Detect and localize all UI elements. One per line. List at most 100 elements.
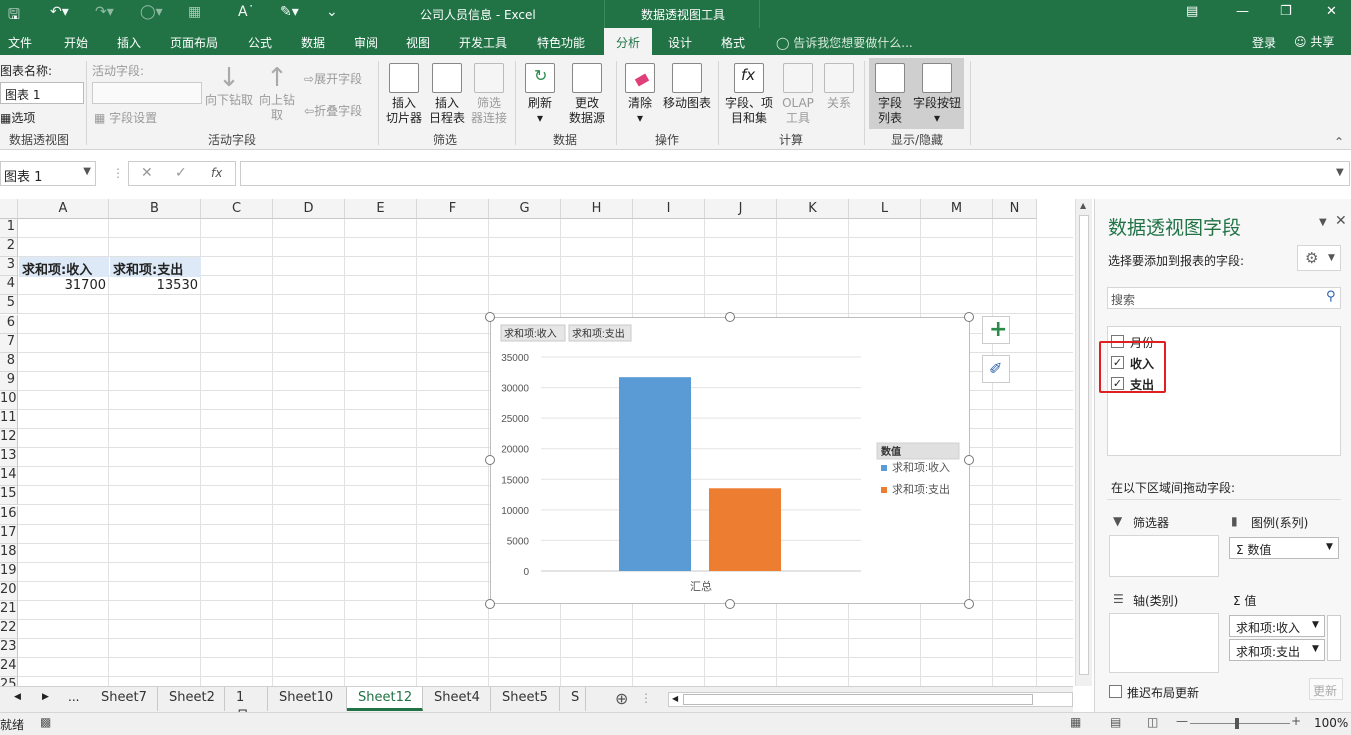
resize-handle-t[interactable] — [725, 312, 735, 322]
defer-update-checkbox[interactable] — [1109, 685, 1122, 698]
column-header-a[interactable]: A — [18, 199, 109, 219]
chevron-down-icon[interactable]: ▼ — [1312, 644, 1319, 654]
tab-page-layout[interactable]: 页面布局 — [170, 34, 218, 51]
collapse-ribbon-icon[interactable]: ⌃ — [1334, 135, 1344, 149]
prev-sheet-icon[interactable]: ◀ — [14, 692, 21, 702]
enter-icon[interactable]: ✓ — [175, 165, 187, 181]
row-header-20[interactable]: 20 — [0, 581, 18, 601]
chevron-down-icon[interactable]: ▼ — [1326, 542, 1333, 552]
tab-format[interactable]: 格式 — [721, 34, 745, 51]
drill-down-button[interactable]: ↓ 向下钻取 — [203, 63, 255, 108]
move-chart-button[interactable]: 移动图表 — [661, 63, 713, 111]
zoom-slider-thumb[interactable] — [1235, 718, 1239, 729]
zoom-in-icon[interactable]: + — [1291, 714, 1301, 728]
tab-analyze[interactable]: 分析 — [604, 28, 653, 55]
redo-icon[interactable]: ↷▾ — [95, 4, 114, 20]
olap-tools-button[interactable]: OLAP 工具 — [778, 63, 818, 126]
column-header-j[interactable]: J — [705, 199, 777, 219]
scroll-thumb[interactable] — [1079, 215, 1089, 675]
row-header-15[interactable]: 15 — [0, 486, 18, 506]
sheet-tab-sheet2[interactable]: Sheet2 — [158, 687, 225, 711]
resize-handle-br[interactable] — [964, 599, 974, 609]
tab-review[interactable]: 审阅 — [354, 34, 378, 51]
value-item-income[interactable]: 求和项:收入 ▼ — [1229, 615, 1325, 637]
resize-handle-r[interactable] — [964, 455, 974, 465]
tab-developer[interactable]: 开发工具 — [459, 34, 507, 51]
resize-handle-bl[interactable] — [485, 599, 495, 609]
refresh-button[interactable]: ↻ 刷新 ▾ — [520, 63, 560, 126]
tab-insert[interactable]: 插入 — [117, 34, 141, 51]
insert-function-icon[interactable]: fx — [211, 166, 222, 180]
resize-handle-tl[interactable] — [485, 312, 495, 322]
normal-view-icon[interactable]: ▦ — [1070, 715, 1081, 729]
restore-icon[interactable]: ❐ — [1280, 4, 1292, 19]
row-header-21[interactable]: 21 — [0, 601, 18, 620]
select-all-corner[interactable] — [0, 199, 18, 219]
collapse-field-button[interactable]: ⇦折叠字段 — [304, 102, 362, 119]
undo-icon[interactable]: ↶▾ — [50, 4, 69, 20]
pane-options-icon[interactable]: ▼ — [1319, 217, 1327, 228]
row-header-1[interactable]: 1 — [0, 219, 18, 238]
cancel-icon[interactable]: ✕ — [141, 165, 153, 181]
touch-mode-icon[interactable]: ◯▾ — [140, 4, 163, 20]
filter-drop-zone[interactable] — [1109, 535, 1219, 577]
column-header-e[interactable]: E — [345, 199, 417, 219]
scroll-up-icon[interactable]: ▲ — [1080, 201, 1086, 210]
column-header-f[interactable]: F — [417, 199, 489, 219]
tab-home[interactable]: 开始 — [64, 34, 88, 51]
resize-handle-tr[interactable] — [964, 312, 974, 322]
column-header-m[interactable]: M — [921, 199, 993, 219]
column-header-g[interactable]: G — [489, 199, 561, 219]
tab-view[interactable]: 视图 — [406, 34, 430, 51]
drill-up-button[interactable]: ↑ 向上钻 取 — [255, 63, 299, 123]
sheet-tab-1月[interactable]: 1月 — [225, 687, 268, 724]
chevron-down-icon[interactable]: ▼ — [83, 166, 91, 177]
relationships-button[interactable]: 关系 — [820, 63, 858, 111]
update-button[interactable]: 更新 — [1309, 678, 1343, 700]
row-header-8[interactable]: 8 — [0, 352, 18, 372]
sheet-tab-sheet12[interactable]: Sheet12 — [347, 687, 423, 711]
fields-items-sets-button[interactable]: fx 字段、项 目和集 — [723, 63, 775, 126]
login-link[interactable]: 登录 — [1252, 34, 1276, 51]
row-header-13[interactable]: 13 — [0, 448, 18, 468]
tab-formulas[interactable]: 公式 — [248, 34, 272, 51]
row-header-17[interactable]: 17 — [0, 524, 18, 544]
resize-handle-l[interactable] — [485, 455, 495, 465]
column-header-c[interactable]: C — [201, 199, 273, 219]
column-header-k[interactable]: K — [777, 199, 849, 219]
next-sheet-icon[interactable]: ▶ — [42, 692, 49, 702]
row-header-25[interactable]: 25 — [0, 677, 18, 686]
column-header-n[interactable]: N — [993, 199, 1037, 219]
cell-b4[interactable]: 13530 — [110, 276, 201, 295]
row-header-7[interactable]: 7 — [0, 333, 18, 353]
cell-b3[interactable]: 求和项:支出 — [110, 257, 201, 278]
vertical-scrollbar[interactable]: ▲ — [1075, 199, 1092, 686]
more-sheets-button[interactable]: ... — [68, 690, 79, 704]
page-break-view-icon[interactable]: ◫ — [1147, 715, 1158, 729]
row-header-24[interactable]: 24 — [0, 658, 18, 678]
tab-features[interactable]: 特色功能 — [537, 34, 585, 51]
column-header-h[interactable]: H — [561, 199, 633, 219]
row-header-2[interactable]: 2 — [0, 238, 18, 258]
row-header-5[interactable]: 5 — [0, 295, 18, 315]
sheet-tab-sheet7[interactable]: Sheet7 — [90, 687, 158, 711]
column-header-i[interactable]: I — [633, 199, 705, 219]
field-search-input[interactable]: 搜索 ⚲ — [1107, 287, 1341, 309]
tell-me-box[interactable]: ◯ 告诉我您想要做什么... — [776, 34, 913, 51]
row-header-22[interactable]: 22 — [0, 620, 18, 640]
field-buttons-button[interactable]: 字段按钮 ▾ — [910, 63, 964, 126]
row-header-6[interactable]: 6 — [0, 314, 18, 334]
expand-field-button[interactable]: ⇨展开字段 — [304, 70, 362, 87]
column-header-l[interactable]: L — [849, 199, 921, 219]
zoom-out-icon[interactable]: — — [1176, 714, 1188, 728]
pivot-name-input[interactable]: 图表 1 — [0, 82, 84, 104]
formula-input[interactable] — [240, 161, 1350, 186]
row-header-9[interactable]: 9 — [0, 371, 18, 391]
filter-connections-button[interactable]: 筛选 器连接 — [469, 63, 509, 126]
table-icon[interactable]: ▦ — [188, 4, 201, 20]
sheet-tab-s[interactable]: S — [560, 687, 586, 711]
tab-design[interactable]: 设计 — [668, 34, 692, 51]
macro-record-icon[interactable]: ▩ — [40, 715, 51, 729]
row-header-23[interactable]: 23 — [0, 639, 18, 659]
active-field-input[interactable] — [92, 82, 202, 104]
